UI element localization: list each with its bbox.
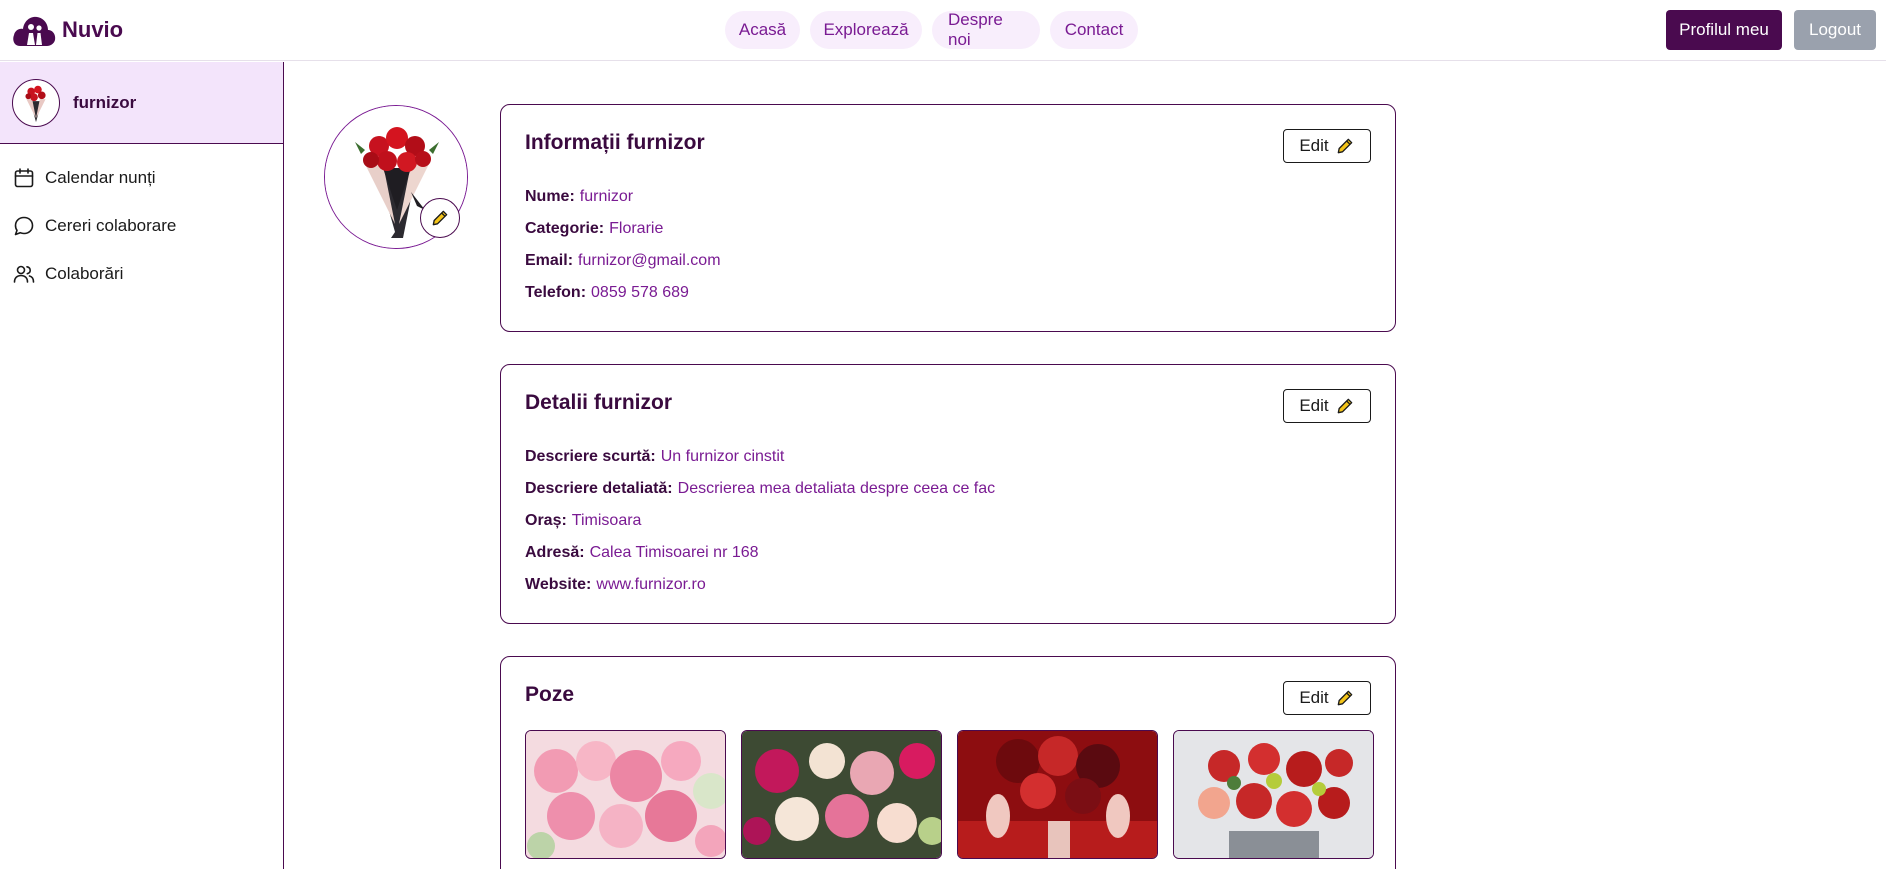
nav-acasa[interactable]: Acasă [725,11,800,49]
nav-contact[interactable]: Contact [1050,11,1138,49]
calendar-icon [14,168,34,188]
gallery-photo[interactable] [525,730,726,859]
field-value: www.furnizor.ro [596,576,706,593]
gallery-photo[interactable] [1173,730,1374,859]
field-label: Descriere detaliată: [525,480,673,497]
top-header: Nuvio Acasă Explorează Despre noi Contac… [0,0,1886,61]
pencil-icon [1337,398,1352,414]
field-value: Descrierea mea detaliata despre ceea ce … [677,480,996,497]
field-value: Florarie [609,220,664,237]
sidebar-item-calendar[interactable]: Calendar nunți [0,154,283,202]
gallery-photo[interactable] [741,730,942,859]
pencil-icon [1337,138,1352,154]
logo[interactable]: Nuvio [12,11,123,49]
details-row-city: Oraș: Timisoara [525,505,995,537]
mixed-bouquet-image [742,731,941,858]
supplier-info-rows: Nume: furnizor Categorie: Florarie Email: f… [525,181,721,309]
field-label: Nume: [525,188,575,205]
photos-title: Poze [525,683,575,706]
supplier-details-title: Detalii furnizor [525,391,673,414]
field-label: Oraș: [525,512,567,529]
sidebar-item-cereri[interactable]: Cereri colaborare [0,202,283,250]
field-value: furnizor@gmail.com [578,252,721,269]
edit-details-button[interactable]: Edit [1283,389,1371,423]
info-row-email: Email: furnizor@gmail.com [525,245,721,277]
field-value: Calea Timisoarei nr 168 [589,544,759,561]
avatar [12,78,60,127]
pencil-icon [432,210,448,226]
edit-label: Edit [1299,688,1329,707]
field-label: Descriere scurtă: [525,448,656,465]
photos-card: Poze Edit [500,656,1396,869]
supplier-info-title: Informații furnizor [525,131,705,154]
field-label: Email: [525,252,574,269]
supplier-info-card: Informații furnizor Edit Nume: furnizor C… [500,104,1396,332]
bouquet-image [25,85,46,122]
supplier-details-card: Detalii furnizor Edit Descriere scurtă: U… [500,364,1396,624]
field-label: Telefon: [525,284,587,301]
profile-button[interactable]: Profilul meu [1666,10,1782,50]
pink-roses-image [526,731,725,858]
details-row-website: Website: www.furnizor.ro [525,569,995,601]
field-label: Categorie: [525,220,605,237]
sidebar-item-colaborari[interactable]: Colaborări [0,250,283,298]
main-nav: Acasă Explorează Despre noi Contact [725,10,1138,49]
logo-text: Nuvio [62,17,124,42]
field-value: Un furnizor cinstit [660,448,785,465]
avatar-edit-button[interactable] [420,198,460,238]
field-value: furnizor [579,188,634,205]
field-label: Adresă: [525,544,585,561]
field-value: 0859 578 689 [591,284,689,301]
edit-info-button[interactable]: Edit [1283,129,1371,163]
photo-gallery [525,730,1374,859]
edit-label: Edit [1299,396,1329,415]
pencil-icon [1337,690,1352,706]
logo-icon [13,16,56,46]
edit-photos-button[interactable]: Edit [1283,681,1371,715]
nav-exploreaza[interactable]: Explorează [810,11,922,49]
sidebar: furnizor Calendar nunți Cereri colaborar… [0,62,284,869]
info-row-name: Nume: furnizor [525,181,721,213]
sidebar-item-label: Colaborări [45,264,124,283]
edit-label: Edit [1299,136,1329,155]
gallery-photo[interactable] [957,730,1158,859]
red-roses-box-image [1174,731,1373,858]
sidebar-user[interactable]: furnizor [0,62,283,144]
details-row-short: Descriere scurtă: Un furnizor cinstit [525,441,995,473]
chat-bubble-icon [14,216,34,236]
sidebar-username: furnizor [73,92,137,112]
users-icon [13,265,35,283]
details-row-address: Adresă: Calea Timisoarei nr 168 [525,537,995,569]
nav-despre-noi[interactable]: Despre noi [932,10,1040,49]
details-row-long: Descriere detaliată: Descrierea mea detal… [525,473,995,505]
info-row-phone: Telefon: 0859 578 689 [525,277,721,309]
red-arrangement-image [958,731,1157,858]
field-value: Timisoara [571,512,642,529]
field-label: Website: [525,576,592,593]
supplier-details-rows: Descriere scurtă: Un furnizor cinstit Des… [525,441,995,601]
sidebar-item-label: Calendar nunți [45,168,156,187]
logout-button[interactable]: Logout [1794,10,1876,50]
info-row-category: Categorie: Florarie [525,213,721,245]
sidebar-item-label: Cereri colaborare [45,216,177,235]
